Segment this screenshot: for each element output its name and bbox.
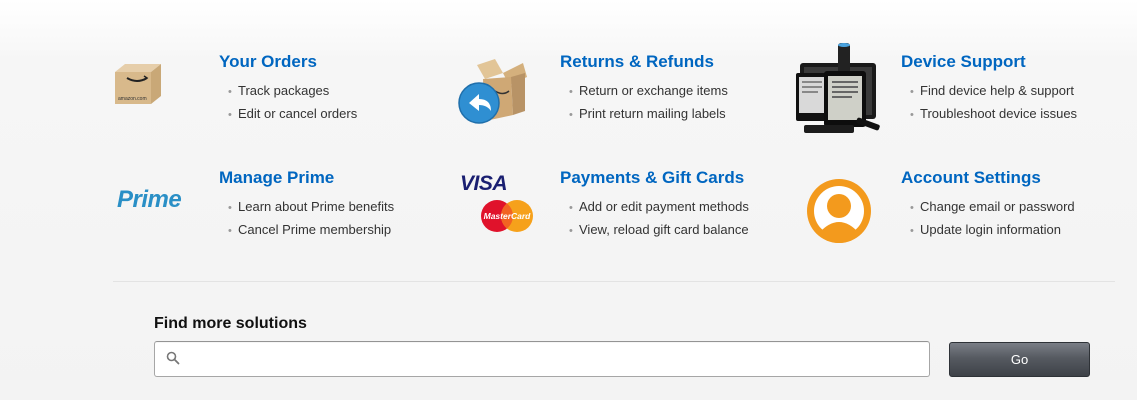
list-item[interactable]: Return or exchange items	[569, 80, 728, 103]
page-edge	[1137, 0, 1147, 400]
list-item[interactable]: Find device help & support	[910, 80, 1077, 103]
list-item[interactable]: Change email or password	[910, 196, 1075, 219]
list-item[interactable]: Edit or cancel orders	[228, 103, 357, 126]
list-item[interactable]: Cancel Prime membership	[228, 219, 394, 242]
your-orders-list: Track packages Edit or cancel orders	[228, 80, 357, 126]
list-item[interactable]: Add or edit payment methods	[569, 196, 749, 219]
payments-gift-cards-link[interactable]: Payments & Gift Cards	[560, 168, 744, 188]
prime-logo-icon[interactable]: Prime	[117, 186, 182, 214]
visa-logo-icon[interactable]: VISA	[460, 172, 508, 196]
your-orders-link[interactable]: Your Orders	[219, 52, 317, 72]
device-support-link[interactable]: Device Support	[901, 52, 1026, 72]
go-button[interactable]: Go	[949, 342, 1090, 377]
list-item[interactable]: Track packages	[228, 80, 357, 103]
list-item[interactable]: Print return mailing labels	[569, 103, 728, 126]
mastercard-label: MasterCard	[484, 211, 532, 221]
manage-prime-link[interactable]: Manage Prime	[219, 168, 334, 188]
device-support-list: Find device help & support Troubleshoot …	[910, 80, 1077, 126]
search-field[interactable]	[154, 341, 930, 377]
package-box-label: amazon.com	[118, 96, 147, 102]
list-item[interactable]: Troubleshoot device issues	[910, 103, 1077, 126]
devices-icon[interactable]	[794, 43, 884, 138]
package-box-icon[interactable]: amazon.com	[113, 62, 163, 106]
list-item[interactable]: Update login information	[910, 219, 1075, 242]
section-divider	[113, 281, 1115, 282]
account-settings-link[interactable]: Account Settings	[901, 168, 1041, 188]
returns-refunds-link[interactable]: Returns & Refunds	[560, 52, 714, 72]
search-icon	[166, 351, 180, 365]
return-box-icon[interactable]	[455, 55, 530, 130]
list-item[interactable]: Learn about Prime benefits	[228, 196, 394, 219]
manage-prime-list: Learn about Prime benefits Cancel Prime …	[228, 196, 394, 242]
payments-gift-cards-list: Add or edit payment methods View, reload…	[569, 196, 749, 242]
list-item[interactable]: View, reload gift card balance	[569, 219, 749, 242]
mastercard-logo-icon[interactable]: MasterCard	[480, 199, 534, 233]
find-more-heading: Find more solutions	[154, 315, 307, 332]
search-input[interactable]	[185, 342, 920, 374]
account-settings-list: Change email or password Update login in…	[910, 196, 1075, 242]
returns-refunds-list: Return or exchange items Print return ma…	[569, 80, 728, 126]
user-avatar-icon[interactable]	[807, 179, 871, 243]
